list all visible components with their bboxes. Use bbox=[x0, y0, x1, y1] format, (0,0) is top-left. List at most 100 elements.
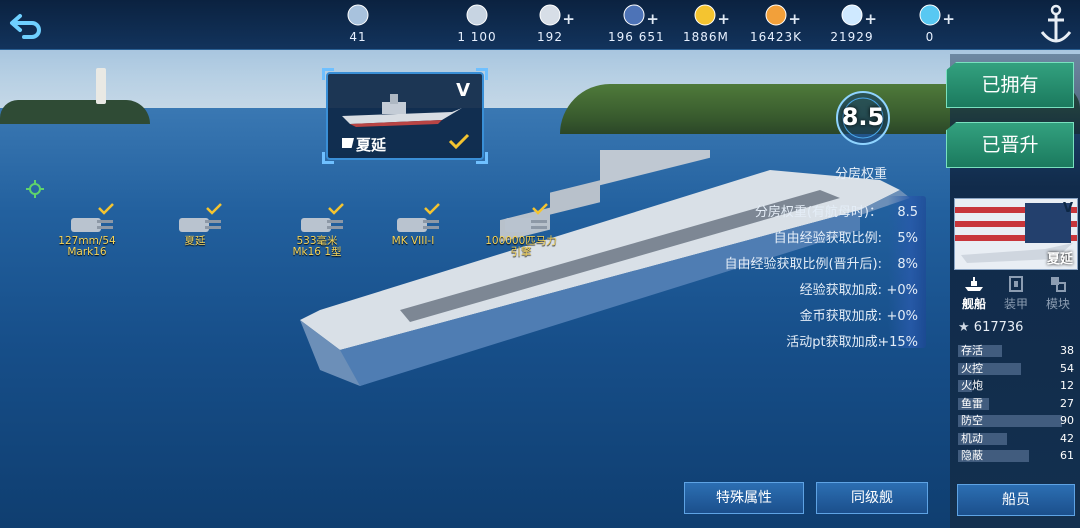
checkmark-icon bbox=[98, 203, 114, 215]
attribute-row: 火炮 12 bbox=[958, 379, 1076, 393]
owned-button[interactable]: 已拥有 bbox=[946, 62, 1074, 108]
equipment-slot[interactable]: 夏延 bbox=[140, 200, 250, 247]
plus-icon[interactable]: + bbox=[788, 10, 801, 28]
same-tier-ships-button[interactable]: 同级舰 bbox=[816, 482, 928, 514]
equipment-label-line2: 引擎 bbox=[510, 246, 532, 258]
attribute-value: 42 bbox=[1060, 431, 1074, 445]
resource-gold-coin[interactable]: +1886M bbox=[683, 2, 730, 48]
attribute-value: 12 bbox=[1060, 379, 1074, 392]
attribute-label: 火控 bbox=[961, 361, 983, 375]
equipment-slot[interactable]: 100000匹马力 引擎 bbox=[466, 200, 576, 258]
attribute-row: 隐蔽 61 bbox=[958, 449, 1076, 463]
bonus-value: +0% bbox=[886, 283, 918, 298]
ship-thumbnail bbox=[342, 94, 462, 127]
resource-value: 1 100 bbox=[457, 30, 497, 44]
equipment-icon bbox=[32, 200, 142, 236]
bonus-value: 5% bbox=[897, 231, 918, 246]
resource-value: 192 bbox=[537, 30, 563, 44]
room-weight-label: 分房权重 bbox=[835, 167, 888, 182]
left-island bbox=[0, 100, 150, 124]
back-button[interactable] bbox=[6, 8, 50, 44]
bonus-value: +0% bbox=[886, 309, 918, 324]
resource-value: 21929 bbox=[830, 30, 874, 44]
ship-class-icon bbox=[342, 138, 354, 148]
resource-value: 1886M bbox=[683, 30, 729, 44]
card-icon: + bbox=[619, 2, 659, 28]
bonus-label: 自由经验获取比例: bbox=[773, 231, 882, 246]
crystal-icon: + bbox=[915, 2, 955, 28]
checkmark-icon bbox=[424, 203, 440, 215]
side-ship-name: 夏延 bbox=[1046, 252, 1073, 267]
resource-crystal[interactable]: +0 bbox=[912, 2, 955, 48]
resource-rank-badge: 41 bbox=[338, 2, 378, 48]
card-corner bbox=[322, 152, 334, 164]
plus-icon[interactable]: + bbox=[646, 10, 659, 28]
gold-coin-icon: + bbox=[690, 2, 730, 28]
equipment-icon bbox=[262, 200, 372, 236]
ship-flag-card[interactable]: V 夏延 bbox=[954, 198, 1078, 270]
plus-icon[interactable]: + bbox=[717, 10, 730, 28]
plus-icon[interactable]: + bbox=[562, 10, 575, 28]
resource-value: 196 651 bbox=[608, 30, 665, 44]
attribute-value: 54 bbox=[1060, 361, 1074, 375]
plus-icon[interactable]: + bbox=[942, 10, 955, 28]
tab-module[interactable]: 模块 bbox=[1038, 272, 1078, 312]
checkmark-icon bbox=[206, 203, 222, 215]
bonus-stats: 分房权重(有航母时)： 8.5 自由经验获取比例: 5% 自由经验获取比例(晋升后): 8… bbox=[700, 200, 932, 356]
tab-ship-label: 舰船 bbox=[961, 297, 986, 311]
attribute-row: 火控 54 bbox=[958, 362, 1076, 376]
resource-value: 41 bbox=[349, 30, 367, 44]
bonus-label: 金币获取加成: bbox=[799, 309, 882, 324]
star-icon: + bbox=[761, 2, 801, 28]
tab-armor[interactable]: 装甲 bbox=[996, 272, 1036, 312]
resource-heart[interactable]: +192 bbox=[530, 2, 575, 48]
equipment-icon bbox=[466, 200, 576, 236]
ship-experience: ★ 617736 bbox=[958, 320, 1023, 335]
attribute-value: 27 bbox=[1060, 396, 1074, 410]
experience-value: 617736 bbox=[973, 320, 1024, 335]
attribute-label: 火炮 bbox=[961, 379, 983, 392]
bonus-row: 自由经验获取比例(晋升后): 8% bbox=[700, 252, 932, 278]
equipment-slot[interactable]: 533毫米 Mk16 1型 bbox=[262, 200, 372, 258]
resource-card[interactable]: +196 651 bbox=[608, 2, 665, 48]
selected-ship-card[interactable]: V 夏延 bbox=[322, 68, 488, 164]
side-ship-tier: V bbox=[1062, 201, 1073, 216]
bonus-row: 活动pt获取加成: +15% bbox=[700, 330, 932, 356]
bonus-label: 分房权重(有航母时)： bbox=[754, 205, 882, 220]
attribute-row: 鱼雷 27 bbox=[958, 397, 1076, 411]
crew-button[interactable]: 船员 bbox=[957, 484, 1075, 516]
anchor-menu-button[interactable] bbox=[1036, 2, 1076, 50]
attribute-label: 隐蔽 bbox=[961, 449, 983, 462]
equipment-icon bbox=[140, 200, 250, 236]
equipment-slot[interactable]: MK VIII-I bbox=[358, 200, 468, 247]
equipment-label-line2: Mk16 1型 bbox=[292, 246, 342, 258]
attribute-label: 鱼雷 bbox=[961, 396, 983, 410]
equipment-icon bbox=[358, 200, 468, 236]
resource-star[interactable]: +16423K bbox=[750, 2, 802, 48]
checkmark-icon bbox=[328, 203, 344, 215]
promoted-button[interactable]: 已晋升 bbox=[946, 122, 1074, 168]
attribute-value: 61 bbox=[1060, 449, 1074, 462]
special-attributes-button[interactable]: 特殊属性 bbox=[684, 482, 804, 514]
armor-icon bbox=[1009, 276, 1023, 292]
attribute-label: 机动 bbox=[961, 431, 983, 445]
plus-icon[interactable]: + bbox=[864, 10, 877, 28]
resource-diamond[interactable]: +21929 bbox=[828, 2, 877, 48]
bonus-row: 经验获取加成: +0% bbox=[700, 278, 932, 304]
tab-ship[interactable]: 舰船 bbox=[954, 272, 994, 312]
crosshair-icon[interactable] bbox=[26, 180, 44, 198]
attribute-value: 90 bbox=[1060, 414, 1074, 427]
diamond-icon: + bbox=[837, 2, 877, 28]
bonus-row: 自由经验获取比例: 5% bbox=[700, 226, 932, 252]
rank-badge-icon bbox=[343, 2, 373, 28]
checkmark-icon bbox=[532, 203, 548, 215]
tab-module-label: 模块 bbox=[1045, 297, 1070, 311]
module-icon bbox=[1051, 277, 1066, 292]
attribute-value: 38 bbox=[1060, 344, 1074, 357]
attribute-row: 防空 90 bbox=[958, 414, 1076, 428]
anchor-icon bbox=[1040, 4, 1072, 43]
equipment-slot[interactable]: 127mm/54 Mark16 bbox=[32, 200, 142, 258]
attribute-label: 存活 bbox=[961, 344, 983, 357]
back-arrow-icon bbox=[10, 14, 41, 39]
resource-value: 16423K bbox=[750, 30, 803, 44]
